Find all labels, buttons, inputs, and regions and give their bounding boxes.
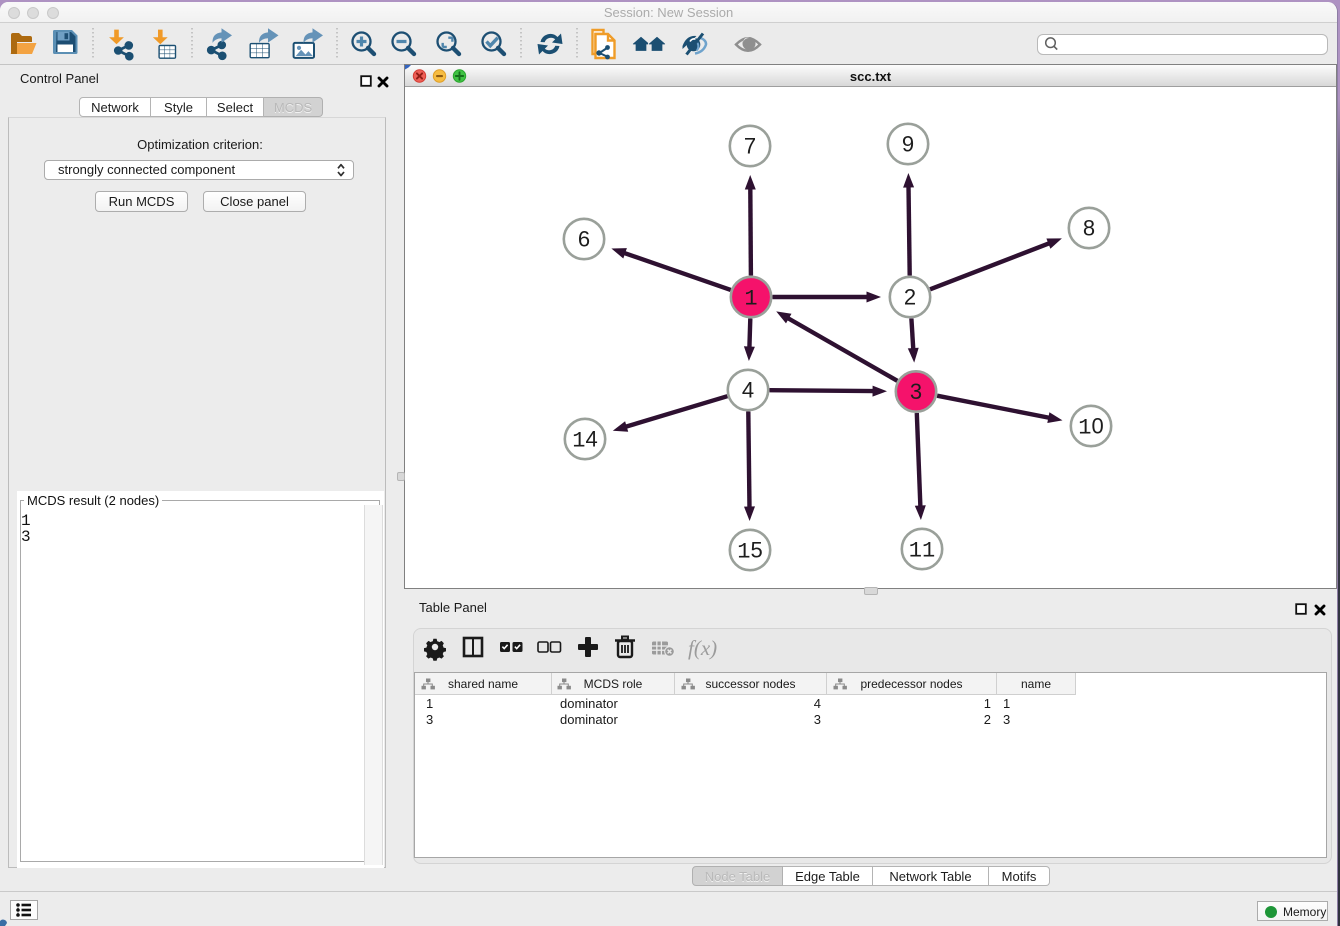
svg-text:9: 9 (902, 132, 914, 157)
svg-text:6: 6 (578, 227, 590, 252)
svg-text:15: 15 (737, 538, 762, 565)
svg-text:1: 1 (744, 287, 757, 312)
svg-text:f(x): f(x) (688, 636, 717, 660)
svg-text:7: 7 (744, 134, 756, 159)
svg-text:3: 3 (910, 379, 922, 404)
svg-text:2: 2 (904, 285, 916, 310)
svg-text:11: 11 (909, 539, 935, 564)
svg-text:14: 14 (572, 427, 597, 454)
svg-text:8: 8 (1083, 216, 1095, 241)
svg-text:4: 4 (742, 378, 754, 403)
svg-text:10: 10 (1078, 414, 1103, 441)
